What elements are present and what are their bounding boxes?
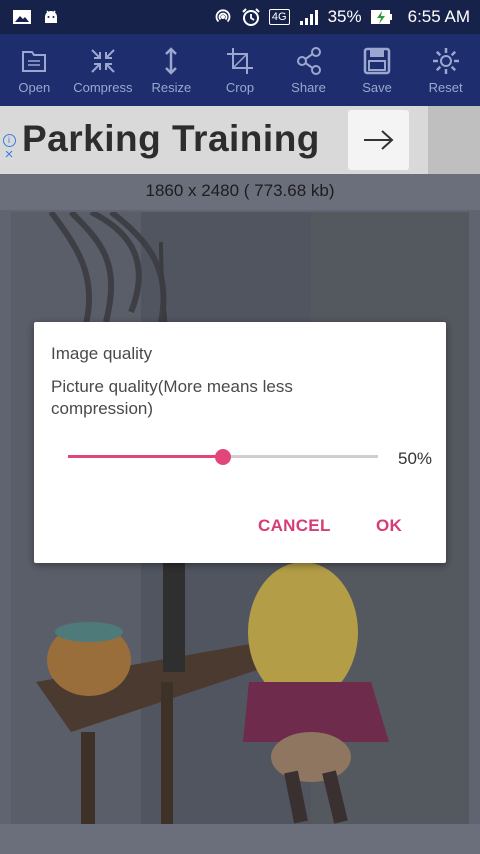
image-notification-icon: [12, 8, 32, 26]
ad-arrow-button[interactable]: [348, 110, 409, 170]
crop-icon: [226, 47, 253, 74]
cancel-button[interactable]: CANCEL: [258, 516, 331, 536]
share-icon: [296, 46, 321, 75]
quality-value: 50%: [398, 449, 433, 468]
dialog-title: Image quality: [51, 344, 153, 363]
toolbar: Open Compress Resize Crop Share Save Res…: [0, 34, 480, 106]
toolbar-compress-label: Compress: [73, 79, 133, 95]
toolbar-crop-button[interactable]: Crop: [209, 46, 271, 95]
hotspot-icon: [213, 7, 233, 27]
ok-button[interactable]: OK: [376, 516, 402, 536]
toolbar-resize-button[interactable]: Resize: [140, 46, 202, 95]
battery-percent: 35%: [327, 7, 362, 26]
clock: 6:55 AM: [407, 7, 470, 26]
ad-headline[interactable]: Parking Training: [22, 118, 320, 160]
slider-fill: [68, 455, 223, 458]
compress-icon: [91, 48, 115, 73]
toolbar-compress-button[interactable]: Compress: [72, 46, 134, 95]
ad-close-icon[interactable]: ×: [2, 147, 16, 163]
image-quality-dialog: Image quality Picture quality(More means…: [34, 322, 446, 563]
network-type-badge: 4G: [268, 9, 290, 25]
toolbar-reset-label: Reset: [428, 79, 463, 95]
signal-icon: [298, 8, 320, 26]
toolbar-reset-button[interactable]: Reset: [415, 46, 477, 95]
toolbar-resize-label: Resize: [151, 79, 192, 95]
slider-thumb[interactable]: [215, 449, 231, 465]
arrow-right-icon: [363, 130, 393, 150]
save-icon: [363, 47, 391, 74]
toolbar-open-button[interactable]: Open: [3, 46, 65, 95]
folder-icon: [22, 50, 47, 72]
ad-banner[interactable]: i × Parking Training: [0, 106, 480, 174]
quality-slider[interactable]: [68, 449, 378, 465]
toolbar-open-label: Open: [18, 79, 51, 95]
toolbar-share-button[interactable]: Share: [278, 46, 340, 95]
resize-icon: [165, 46, 178, 75]
reset-gear-icon: [432, 47, 459, 74]
ad-side-strip: [428, 106, 480, 174]
bottom-strip: [0, 824, 480, 854]
toolbar-save-button[interactable]: Save: [346, 46, 408, 95]
image-info: 1860 x 2480 ( 773.68 kb): [0, 174, 480, 210]
alarm-icon: [241, 7, 261, 27]
toolbar-share-label: Share: [291, 79, 326, 95]
ad-info-icon[interactable]: i ×: [2, 134, 16, 163]
battery-charging-icon: [370, 7, 394, 27]
dialog-description: Picture quality(More means less compress…: [51, 377, 293, 418]
toolbar-crop-label: Crop: [225, 79, 255, 95]
status-bar: 4G 35% 6:55 AM: [0, 0, 480, 34]
android-icon: [42, 8, 60, 26]
toolbar-save-label: Save: [362, 79, 392, 95]
